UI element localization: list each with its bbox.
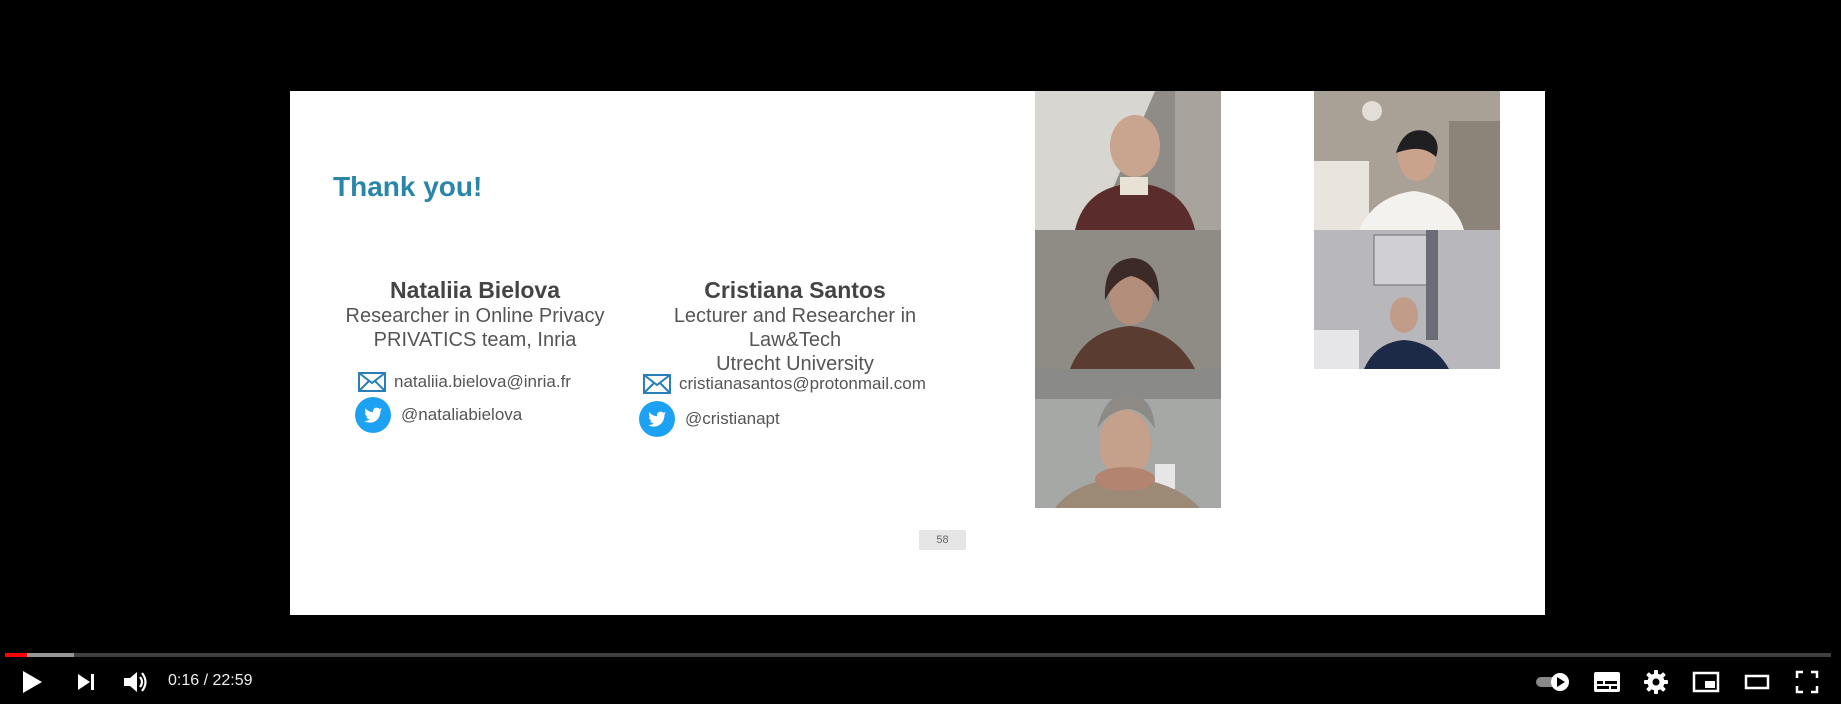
play-button[interactable] — [14, 664, 50, 700]
twitter-icon — [355, 397, 391, 433]
slide-number: 58 — [919, 530, 966, 550]
autoplay-toggle-icon — [1536, 673, 1569, 691]
duration: 22:59 — [212, 672, 253, 689]
author-role: Lecturer and Researcher in Law&Tech — [673, 305, 917, 351]
twitter-icon — [639, 401, 675, 437]
participant-tile-5 — [1035, 369, 1221, 508]
author-twitter: @nataliabielova — [401, 405, 523, 424]
author-affiliation: PRIVATICS team, Inria — [373, 329, 577, 351]
author-card-1: Nataliia Bielova Researcher in Online Pr… — [345, 276, 605, 352]
participant-tile-1 — [1035, 91, 1221, 230]
time-display: 0:16 / 22:59 — [168, 672, 253, 690]
settings-icon — [1644, 670, 1668, 694]
played-bar — [5, 653, 27, 657]
participant-tile-3 — [1035, 230, 1221, 369]
author-role: Researcher in Online Privacy — [345, 305, 605, 327]
volume-icon — [124, 672, 147, 692]
author-twitter-row: @nataliabielova — [355, 397, 522, 433]
author-name: Cristiana Santos — [704, 277, 886, 303]
author-email-row: cristianasantos@protonmail.com — [643, 374, 926, 394]
participant-tile-2 — [1314, 91, 1500, 230]
current-time: 0:16 — [168, 672, 200, 689]
theater-mode-icon — [1744, 674, 1770, 690]
participant-tile-4 — [1314, 230, 1500, 369]
play-icon — [23, 671, 42, 693]
author-twitter: @cristianapt — [685, 409, 780, 428]
theater-mode-button[interactable] — [1739, 664, 1775, 700]
author-email: cristianasantos@protonmail.com — [679, 374, 926, 393]
mail-icon — [643, 374, 671, 394]
subtitles-button[interactable] — [1589, 664, 1625, 700]
control-bar: 0:16 / 22:59 — [0, 664, 1841, 704]
author-email-row: nataliia.bielova@inria.fr — [358, 372, 571, 392]
video-frame[interactable]: Thank you! Nataliia Bielova Researcher i… — [290, 91, 1545, 615]
time-separator: / — [199, 672, 213, 689]
author-twitter-row: @cristianapt — [639, 401, 780, 437]
miniplayer-icon — [1692, 671, 1720, 693]
next-button[interactable] — [68, 664, 104, 700]
subtitles-icon — [1594, 672, 1620, 692]
slide-title: Thank you! — [333, 171, 483, 202]
author-card-2: Cristiana Santos Lecturer and Researcher… — [630, 276, 960, 376]
author-name: Nataliia Bielova — [389, 277, 561, 303]
mail-icon — [358, 372, 386, 392]
volume-button[interactable] — [118, 664, 154, 700]
fullscreen-icon — [1795, 670, 1819, 694]
progress-bar[interactable] — [5, 653, 1831, 657]
autoplay-toggle[interactable] — [1534, 664, 1572, 700]
author-affiliation: Utrecht University — [716, 353, 874, 375]
author-email: nataliia.bielova@inria.fr — [394, 372, 571, 391]
video-player[interactable]: Thank you! Nataliia Bielova Researcher i… — [0, 0, 1841, 704]
next-icon — [78, 674, 94, 690]
settings-button[interactable] — [1638, 664, 1674, 700]
miniplayer-button[interactable] — [1688, 664, 1724, 700]
fullscreen-button[interactable] — [1789, 664, 1825, 700]
